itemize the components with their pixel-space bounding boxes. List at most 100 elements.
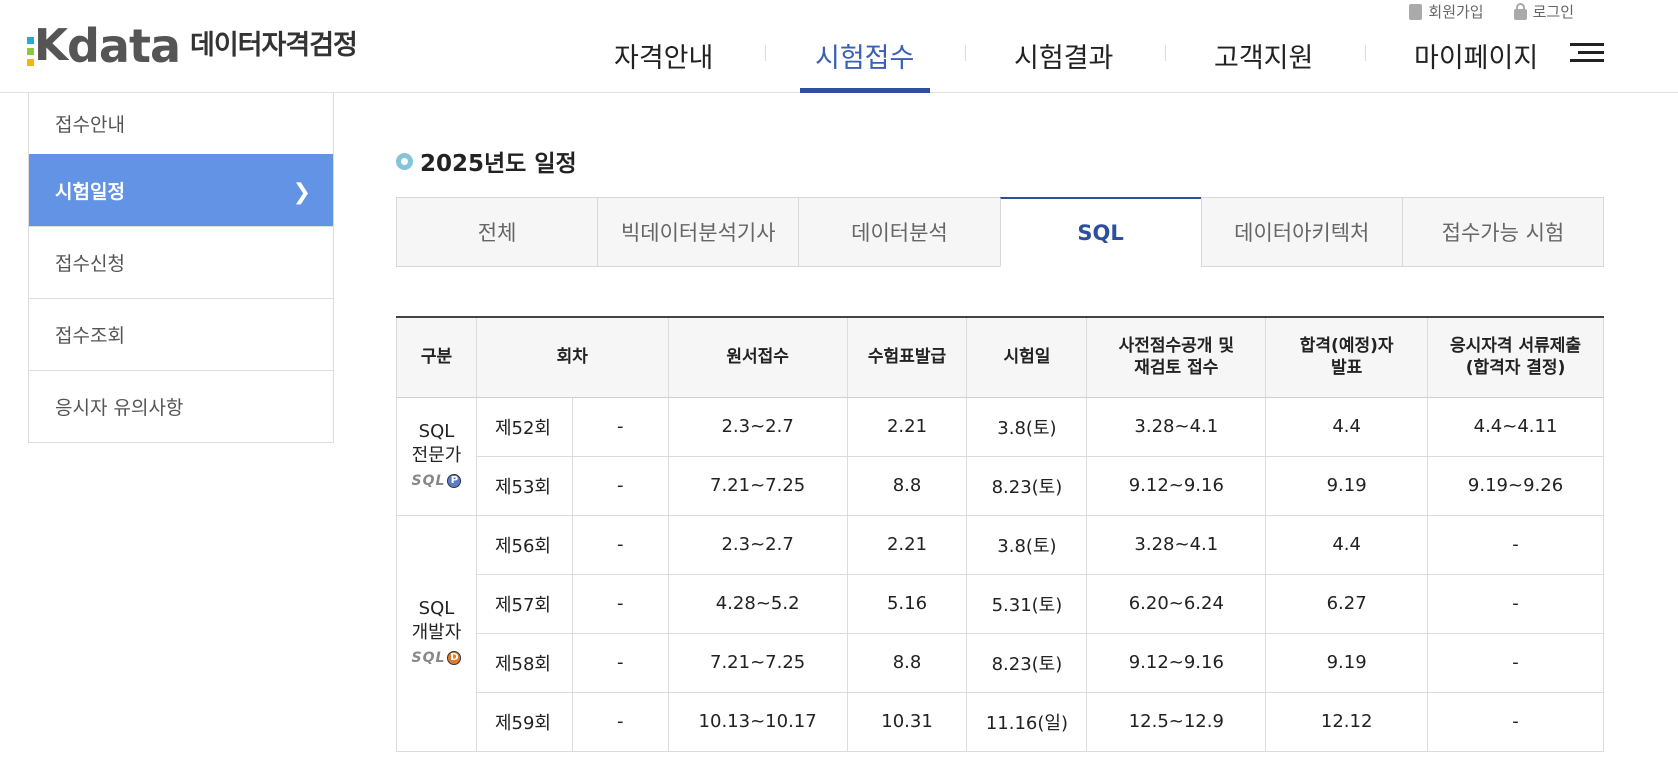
nav-qualification-info[interactable]: 자격안내: [614, 36, 713, 75]
header-score-preview: 사전점수공개 및 재검토 접수: [1086, 316, 1267, 398]
chevron-right-icon: ❯: [292, 180, 311, 205]
score-preview-cell: 9.12~9.16: [1086, 632, 1267, 693]
table-row: 제53회 -7.21~7.25 8.8 8.23(토) 9.12~9.16 9.19 9.1…: [397, 455, 1604, 516]
nav-divider: [1365, 45, 1366, 61]
sidebar: 접수안내 시험일정 ❯ 접수신청 접수조회 응시자 유의사항: [28, 93, 334, 443]
announcement-cell: 6.27: [1265, 573, 1429, 634]
score-preview-cell: 12.5~12.9: [1086, 691, 1267, 752]
round-extra-cell: -: [571, 396, 669, 457]
exam-date-cell: 8.23(토): [966, 455, 1088, 516]
application-period-cell: 4.28~5.2: [667, 573, 848, 634]
exam-date-cell: 3.8(토): [966, 396, 1088, 457]
sidebar-item-exam-schedule[interactable]: 시험일정 ❯: [29, 154, 333, 226]
table-row: 제59회 -10.13~10.17 10.31 11.16(일) 12.5~12.9 12…: [397, 691, 1604, 752]
sql-logo-text: SQL: [411, 650, 446, 666]
sidebar-item-lookup[interactable]: 접수조회: [29, 298, 333, 370]
lock-icon: [1513, 2, 1527, 20]
round-cell: 제58회: [475, 632, 573, 693]
sql-logo-badge: P: [447, 474, 462, 488]
site-header: K data 데이터자격검정 회원가입 로그인 자격안내 시험접수 시험결과 고…: [0, 0, 1678, 93]
document-icon: [1409, 3, 1423, 20]
table-row: SQL 전문가 SQL P 제52회 -2.3~2.7 2.21 3.8(토) 3.28~4.1…: [396, 396, 1604, 516]
sidebar-item-label: 응시자 유의사항: [55, 397, 184, 419]
header-document-submission: 응시자격 서류제출 (합격자 결정): [1427, 316, 1604, 398]
sidebar-item-registration-guide[interactable]: 접수안내: [29, 93, 333, 154]
ticket-date-cell: 8.8: [846, 455, 968, 516]
round-cell: 제53회: [475, 455, 573, 516]
exam-date-cell: 3.8(토): [966, 514, 1088, 575]
login-link[interactable]: 로그인: [1513, 1, 1574, 22]
tab-data-architecture[interactable]: 데이터아키텍처: [1200, 197, 1403, 267]
sidebar-item-apply[interactable]: 접수신청: [29, 226, 333, 298]
sql-logo-text: SQL: [411, 473, 446, 489]
document-submission-cell: -: [1427, 632, 1604, 693]
round-cell: 제59회: [475, 691, 573, 752]
score-preview-cell: 3.28~4.1: [1086, 514, 1267, 575]
main-nav: 자격안내 시험접수 시험결과 고객지원 마이페이지: [0, 30, 1678, 93]
nav-customer-support[interactable]: 고객지원: [1214, 36, 1313, 75]
ticket-date-cell: 5.16: [846, 573, 968, 634]
exam-type-tabs: 전체 빅데이터분석기사 데이터분석 SQL 데이터아키텍처 접수가능 시험: [396, 197, 1605, 267]
table-body: SQL 전문가 SQL P 제52회 -2.3~2.7 2.21 3.8(토) 3.28~4.1…: [396, 396, 1604, 752]
application-period-cell: 7.21~7.25: [667, 455, 848, 516]
bullet-circle-icon: [396, 152, 413, 170]
header-line: 재검토 접수: [1134, 358, 1219, 379]
nav-exam-results[interactable]: 시험결과: [1014, 36, 1113, 75]
sidebar-item-label: 시험일정: [55, 181, 125, 203]
sidebar-item-label: 접수안내: [55, 114, 125, 136]
signup-label: 회원가입: [1428, 3, 1484, 21]
tab-data-analysis[interactable]: 데이터분석: [798, 197, 1001, 267]
login-label: 로그인: [1532, 3, 1574, 21]
ticket-date-cell: 2.21: [846, 514, 968, 575]
signup-link[interactable]: 회원가입: [1409, 1, 1484, 22]
round-cell: 제52회: [475, 396, 573, 457]
tab-sql[interactable]: SQL: [999, 197, 1202, 267]
sql-certification-logo: SQL D: [412, 651, 462, 665]
table-row: 제58회 -7.21~7.25 8.8 8.23(토) 9.12~9.16 9.19-: [397, 632, 1604, 693]
sql-logo-badge: D: [447, 651, 462, 665]
hamburger-menu-icon[interactable]: [1570, 43, 1604, 65]
header-line: 사전점수공개 및: [1118, 336, 1235, 357]
nav-exam-registration[interactable]: 시험접수: [815, 36, 914, 75]
category-cell: SQL 전문가 SQL P: [396, 396, 477, 516]
application-period-cell: 7.21~7.25: [667, 632, 848, 693]
sidebar-item-label: 접수조회: [55, 325, 125, 347]
announcement-cell: 4.4: [1265, 514, 1429, 575]
tab-available-exams[interactable]: 접수가능 시험: [1401, 197, 1605, 267]
round-cell: 제57회: [475, 573, 573, 634]
announcement-cell: 9.19: [1265, 632, 1429, 693]
active-nav-indicator: [800, 88, 930, 93]
sidebar-item-notices[interactable]: 응시자 유의사항: [29, 370, 333, 442]
round-extra-cell: -: [571, 514, 669, 575]
nav-my-page[interactable]: 마이페이지: [1414, 36, 1538, 75]
table-row: 제57회 -4.28~5.2 5.16 5.31(토) 6.20~6.24 6.27-: [397, 573, 1604, 634]
announcement-cell: 12.12: [1265, 691, 1429, 752]
round-extra-cell: -: [571, 455, 669, 516]
document-submission-cell: -: [1427, 573, 1604, 634]
score-preview-cell: 3.28~4.1: [1086, 396, 1267, 457]
header-announcement: 합격(예정)자 발표: [1265, 316, 1429, 398]
document-submission-cell: -: [1427, 514, 1604, 575]
header-exam-date: 시험일: [966, 316, 1088, 398]
category-name-line: 개발자: [411, 622, 462, 643]
exam-date-cell: 5.31(토): [966, 573, 1088, 634]
tab-big-data-analysis-engineer[interactable]: 빅데이터분석기사: [597, 197, 800, 267]
category-name-line: 전문가: [411, 445, 462, 466]
exam-date-cell: 11.16(일): [966, 691, 1088, 752]
score-preview-cell: 9.12~9.16: [1086, 455, 1267, 516]
header-round: 회차: [475, 316, 669, 398]
header-line: 발표: [1331, 358, 1363, 379]
ticket-date-cell: 8.8: [846, 632, 968, 693]
round-extra-cell: -: [571, 632, 669, 693]
nav-divider: [1165, 45, 1166, 61]
announcement-cell: 9.19: [1265, 455, 1429, 516]
document-submission-cell: 9.19~9.26: [1427, 455, 1604, 516]
ticket-date-cell: 10.31: [846, 691, 968, 752]
tab-all[interactable]: 전체: [396, 197, 599, 267]
sidebar-item-label: 접수신청: [55, 253, 125, 275]
category-name-line: SQL: [418, 421, 455, 442]
header-category: 구분: [396, 316, 477, 398]
schedule-table: 구분 회차 원서접수 수험표발급 시험일 사전점수공개 및 재검토 접수 합격(…: [396, 316, 1604, 752]
score-preview-cell: 6.20~6.24: [1086, 573, 1267, 634]
document-submission-cell: -: [1427, 691, 1604, 752]
